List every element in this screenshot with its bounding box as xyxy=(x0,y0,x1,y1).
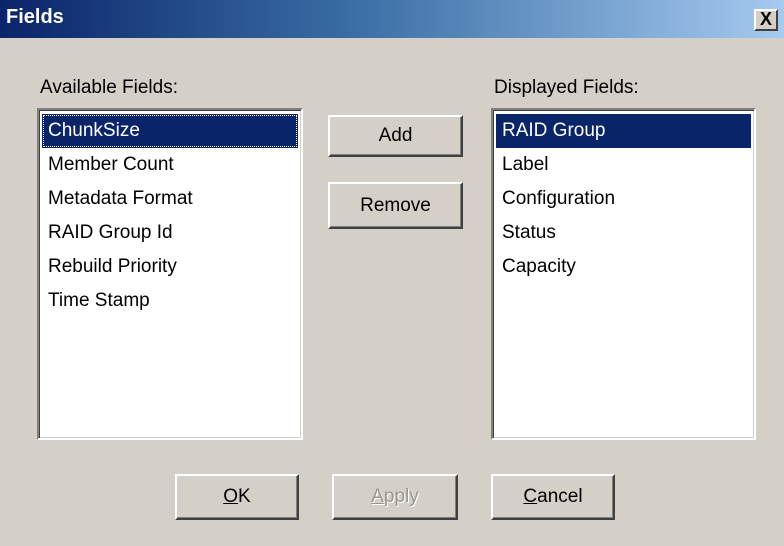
window-title: Fields xyxy=(6,6,64,28)
available-fields-label: Available Fields: xyxy=(40,77,179,98)
list-item[interactable]: Rebuild Priority xyxy=(42,250,298,284)
ok-mnemonic: O xyxy=(223,486,239,507)
list-item[interactable]: Label xyxy=(496,148,751,182)
close-button[interactable]: X xyxy=(754,9,778,31)
apply-label-rest: pply xyxy=(383,486,419,507)
remove-button[interactable]: Remove xyxy=(328,182,463,229)
list-item[interactable]: Metadata Format xyxy=(42,182,298,216)
list-item[interactable]: Time Stamp xyxy=(42,284,298,318)
cancel-button[interactable]: Cancel xyxy=(491,474,615,520)
close-icon: X xyxy=(759,9,772,29)
list-item[interactable]: RAID Group xyxy=(496,114,751,148)
add-button[interactable]: Add xyxy=(328,115,463,157)
apply-mnemonic: A xyxy=(371,486,384,507)
list-item[interactable]: RAID Group Id xyxy=(42,216,298,250)
title-bar[interactable]: Fields X xyxy=(0,0,784,38)
cancel-label-rest: ancel xyxy=(537,486,583,507)
list-item[interactable]: Member Count xyxy=(42,148,298,182)
ok-button[interactable]: OK xyxy=(175,474,299,520)
apply-button[interactable]: Apply xyxy=(332,474,458,520)
displayed-fields-list[interactable]: RAID Group Label Configuration Status Ca… xyxy=(491,108,756,440)
ok-label-rest: K xyxy=(238,486,251,507)
list-item[interactable]: Status xyxy=(496,216,751,250)
list-item[interactable]: Capacity xyxy=(496,250,751,284)
available-fields-list[interactable]: ChunkSize Member Count Metadata Format R… xyxy=(37,108,303,440)
list-item[interactable]: ChunkSize xyxy=(42,114,298,148)
list-item[interactable]: Configuration xyxy=(496,182,751,216)
cancel-mnemonic: C xyxy=(523,486,538,507)
displayed-fields-label: Displayed Fields: xyxy=(494,77,639,98)
